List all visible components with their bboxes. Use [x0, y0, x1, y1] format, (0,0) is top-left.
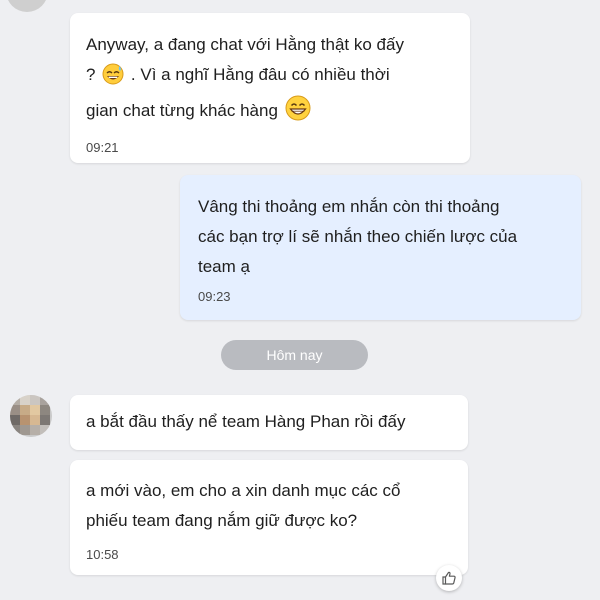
message-text: a mới vào, em cho a xin danh mục các cổ … — [86, 481, 401, 530]
message-bubble-incoming[interactable]: a bắt đầu thấy nể team Hàng Phan rồi đấy — [70, 395, 468, 450]
message-bubble-incoming[interactable]: Anyway, a đang chat với Hằng thật ko đấy… — [70, 13, 470, 163]
message-time: 10:58 — [86, 547, 119, 562]
message-time: 09:21 — [86, 140, 119, 155]
sender-avatar-top[interactable] — [6, 0, 48, 12]
grin-icon — [285, 95, 311, 131]
like-reaction-button[interactable] — [436, 565, 462, 591]
message-time: 09:23 — [198, 289, 231, 304]
chat-conversation: Anyway, a đang chat với Hằng thật ko đấy… — [0, 0, 600, 600]
message-text: a bắt đầu thấy nể team Hàng Phan rồi đấy — [86, 412, 406, 431]
message-text: Vâng thi thoảng em nhắn còn thi thoảng c… — [198, 197, 518, 276]
thumbs-up-icon — [441, 570, 457, 586]
sender-avatar[interactable] — [10, 395, 52, 437]
date-separator: Hôm nay — [221, 340, 368, 370]
message-bubble-outgoing[interactable]: Vâng thi thoảng em nhắn còn thi thoảng c… — [180, 175, 581, 320]
sweat-smile-icon — [102, 63, 124, 95]
message-bubble-incoming[interactable]: a mới vào, em cho a xin danh mục các cổ … — [70, 460, 468, 575]
message-text: Anyway, a đang chat với Hằng thật ko đấy… — [86, 30, 454, 131]
